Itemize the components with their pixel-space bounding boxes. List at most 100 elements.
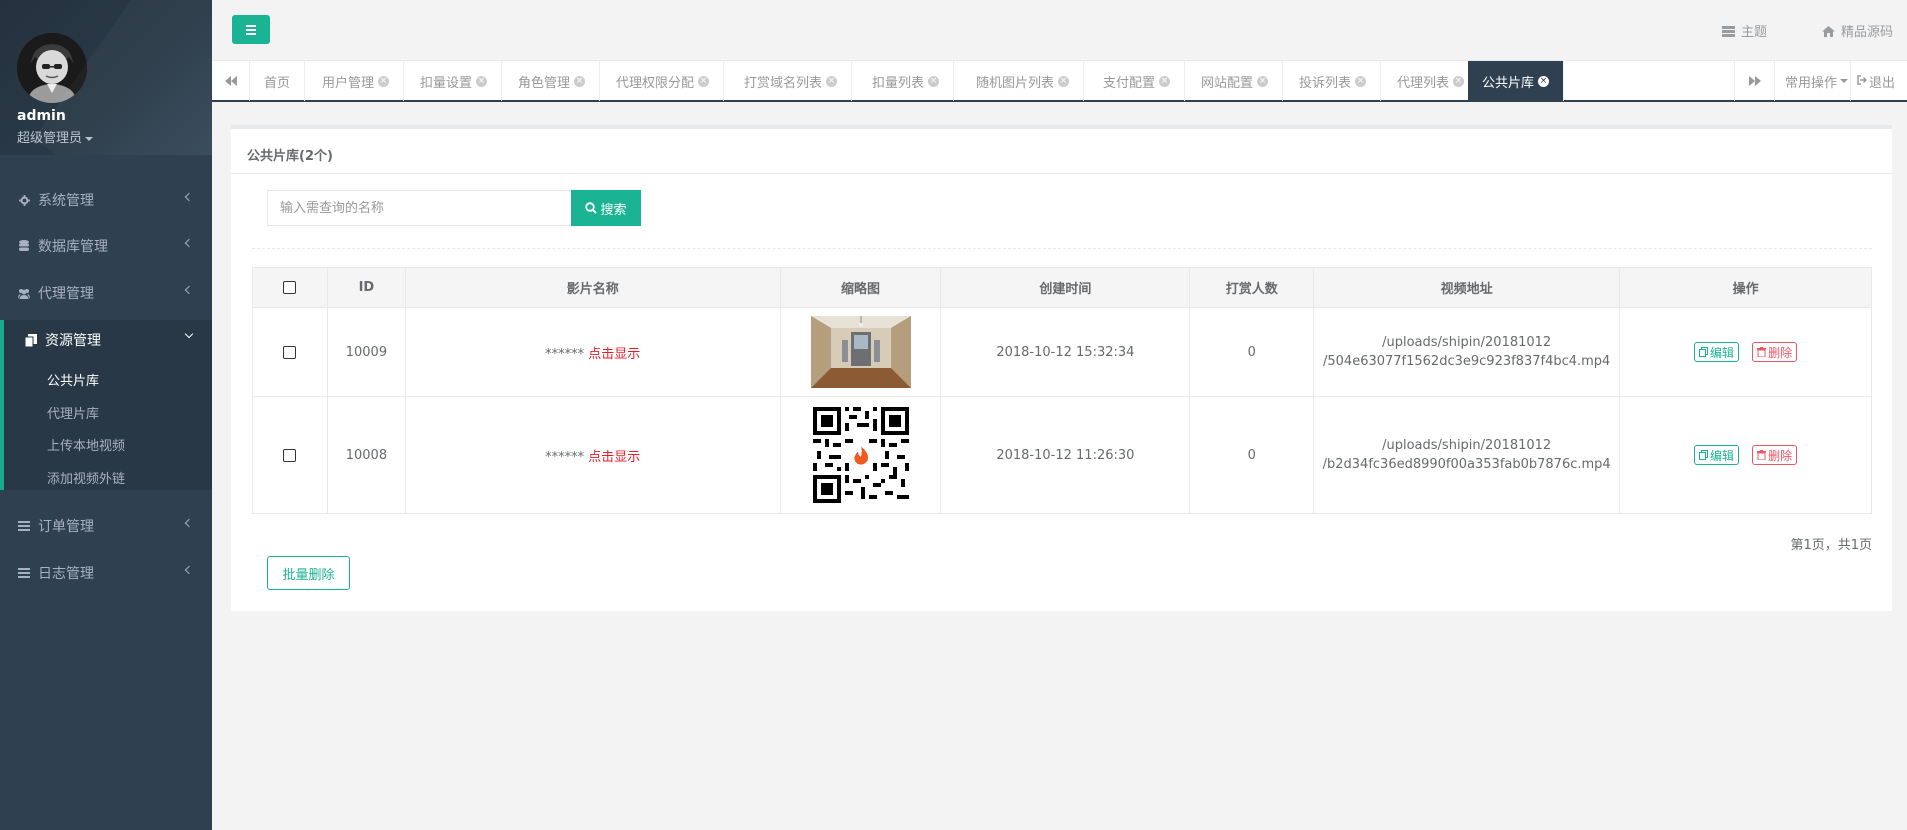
trash-icon (1757, 450, 1767, 460)
sidebar-item-label: 数据库管理 (38, 239, 108, 255)
sidebar-item-label: 代理管理 (38, 286, 94, 302)
close-icon[interactable]: × (476, 75, 488, 87)
chevron-left-icon (184, 565, 194, 575)
id-cell: 10008 (326, 396, 406, 514)
close-icon[interactable]: × (826, 75, 838, 87)
tab-role-management[interactable]: 角色管理 × (504, 61, 601, 101)
chevron-down-icon (184, 329, 194, 339)
sidebar-subitem-agent-library[interactable]: 代理片库 (47, 403, 99, 422)
video-path-cell: /uploads/shipin/20181012 /504e63077f1562… (1313, 307, 1621, 397)
tab-site-config[interactable]: 网站配置 × (1187, 61, 1284, 101)
close-icon[interactable]: × (1355, 75, 1367, 87)
tab-complaints[interactable]: 投诉列表 × (1285, 61, 1382, 101)
reveal-link[interactable]: 点击显示 (588, 450, 640, 465)
sidebar-item-logs[interactable]: 日志管理 (0, 553, 212, 593)
chevron-left-icon (184, 192, 194, 202)
close-icon[interactable]: × (1159, 75, 1171, 87)
close-icon[interactable]: × (1058, 75, 1070, 87)
avatar[interactable] (17, 33, 87, 103)
close-icon[interactable]: × (928, 75, 940, 87)
profile-block: admin 超级管理员 (0, 0, 212, 155)
logout-label: 退出 (1869, 75, 1896, 91)
search-button-label: 搜索 (600, 202, 627, 218)
sidebar-item-system[interactable]: 系统管理 (0, 180, 212, 220)
select-all-checkbox[interactable] (283, 281, 297, 294)
theme-link[interactable]: 主题 (1721, 21, 1767, 41)
column-header: 打赏人数 (1189, 267, 1315, 308)
tab-payment-config[interactable]: 支付配置 × (1089, 61, 1186, 101)
edit-button[interactable]: 编辑 (1693, 342, 1739, 362)
tab-label: 代理列表 (1397, 75, 1450, 91)
common-ops-dropdown[interactable]: 常用操作 (1774, 61, 1850, 101)
delete-label: 删除 (1768, 448, 1793, 463)
pagination-info: 第1页，共1页 (1790, 538, 1872, 553)
delete-button[interactable]: 删除 (1752, 342, 1798, 362)
close-icon[interactable]: × (378, 75, 390, 87)
list-icon (17, 520, 31, 532)
search-input[interactable] (267, 190, 572, 226)
close-icon[interactable]: × (698, 75, 710, 87)
created-cell: 2018-10-12 11:26:30 (940, 396, 1191, 514)
sidebar-item-database[interactable]: 数据库管理 (0, 226, 212, 266)
tab-public-library[interactable]: 公共片库 × (1468, 61, 1565, 101)
column-header: 缩略图 (779, 267, 942, 308)
table-header-row: ID 影片名称 缩略图 创建时间 打赏人数 视频地址 操作 (252, 267, 1872, 308)
logout-button[interactable]: 退出 (1850, 61, 1907, 101)
close-icon[interactable]: × (1257, 75, 1269, 87)
tab-label: 角色管理 (518, 75, 571, 91)
row-checkbox[interactable] (283, 345, 297, 359)
column-header: 创建时间 (940, 267, 1191, 308)
close-icon[interactable]: × (1538, 75, 1550, 87)
copy-icon (1698, 347, 1708, 357)
tab-tip-domains[interactable]: 打赏域名列表 × (730, 61, 853, 101)
room-thumbnail[interactable] (810, 316, 911, 388)
search-button[interactable]: 搜索 (571, 190, 641, 226)
close-icon[interactable]: × (1453, 75, 1465, 87)
sign-out-icon (1857, 74, 1868, 89)
chevron-left-icon (184, 518, 194, 528)
tab-agent-list[interactable]: 代理列表 × (1383, 61, 1480, 101)
tab-deduction-settings[interactable]: 扣量设置 × (406, 61, 503, 101)
profile-role-dropdown[interactable]: 超级管理员 (17, 127, 94, 146)
edit-label: 编辑 (1709, 345, 1734, 360)
sidebar-subnav-resources: 公共片库 代理片库 上传本地视频 添加视频外链 (0, 359, 212, 490)
sidebar-subitem-public-library[interactable]: 公共片库 (47, 370, 99, 389)
sidebar-subitem-add-external[interactable]: 添加视频外链 (47, 468, 125, 487)
reveal-link[interactable]: 点击显示 (588, 347, 640, 362)
source-link[interactable]: 精品源码 (1821, 21, 1907, 41)
sidebar-item-agent[interactable]: 代理管理 (0, 273, 212, 313)
caret-down-icon (1840, 79, 1849, 83)
page-title: 公共片库(2个) (247, 149, 333, 164)
qr-code-thumbnail[interactable] (812, 407, 909, 503)
close-icon[interactable]: × (574, 75, 586, 87)
tab-agent-permissions[interactable]: 代理权限分配 × (602, 61, 725, 101)
row-select-cell (252, 307, 328, 397)
video-path-line: /b2d34fc36ed8990f00a353fab0b7876c.mp4 (1322, 457, 1611, 472)
source-label: 精品源码 (1840, 25, 1893, 40)
edit-button[interactable]: 编辑 (1693, 445, 1739, 465)
copy-icon (1698, 450, 1708, 460)
sidebar-subitem-upload-local[interactable]: 上传本地视频 (47, 435, 125, 454)
row-checkbox[interactable] (283, 448, 297, 462)
sidebar-item-resources[interactable]: 资源管理 (0, 320, 212, 360)
delete-button[interactable]: 删除 (1752, 445, 1798, 465)
sidebar-item-label: 系统管理 (38, 193, 94, 209)
tab-user-management[interactable]: 用户管理 × (308, 61, 405, 101)
masked-title: ****** (545, 449, 585, 465)
video-path-line: /uploads/shipin/20181012 (1382, 438, 1552, 453)
created-cell: 2018-10-12 15:32:34 (940, 307, 1191, 397)
tab-scroll-right-button[interactable] (1734, 61, 1774, 101)
tab-label: 扣量列表 (872, 75, 925, 91)
tab-random-images[interactable]: 随机图片列表 × (962, 61, 1085, 101)
menu-toggle-button[interactable] (232, 15, 270, 44)
theme-label: 主题 (1740, 25, 1767, 40)
tab-scroll-left-button[interactable] (212, 61, 250, 101)
tab-label: 扣量设置 (420, 75, 473, 91)
sidebar-item-orders[interactable]: 订单管理 (0, 506, 212, 546)
tab-deduction-list[interactable]: 扣量列表 × (858, 61, 955, 101)
column-header: ID (326, 267, 406, 308)
title-cell: ****** 点击显示 (404, 396, 781, 514)
tab-home[interactable]: 首页 (250, 61, 306, 101)
batch-delete-button[interactable]: 批量删除 (267, 556, 350, 590)
users-icon (17, 287, 31, 299)
